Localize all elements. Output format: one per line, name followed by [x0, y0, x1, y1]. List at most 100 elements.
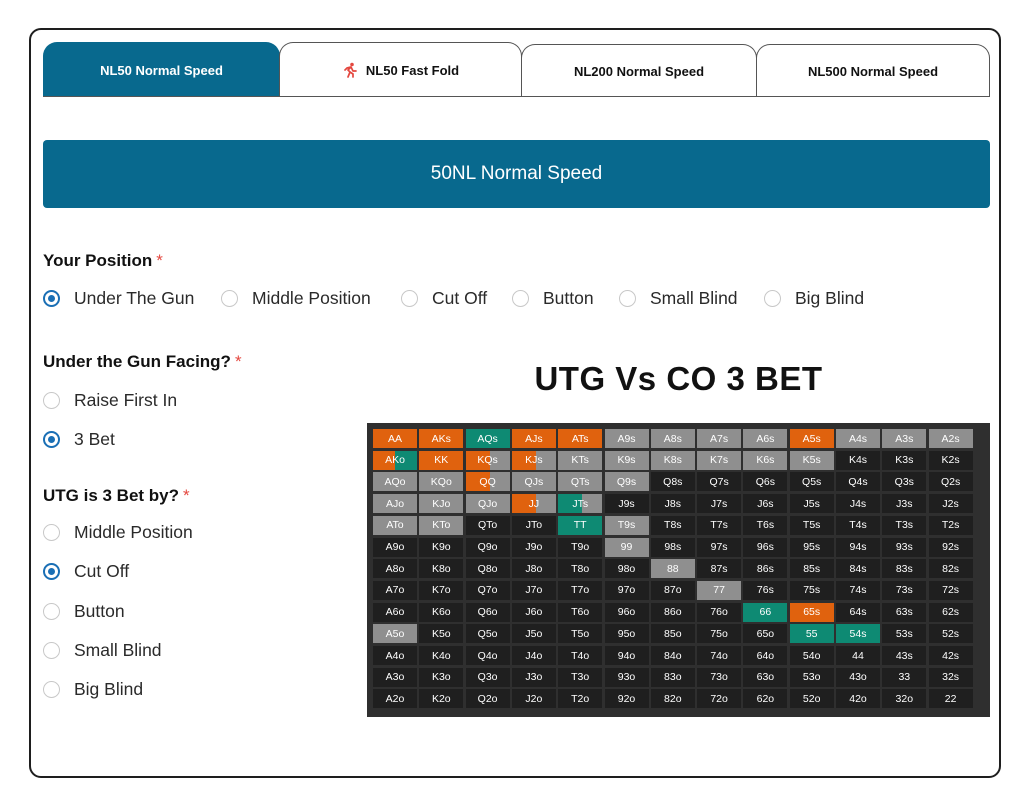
hand-cell: QQ: [465, 472, 510, 492]
hand-cell: A9s: [604, 429, 649, 448]
hand-cell: 72o: [697, 689, 742, 709]
hand-cell: 94o: [604, 646, 649, 665]
chart-title: UTG Vs CO 3 BET: [534, 360, 823, 397]
hand-cell: 83s: [882, 559, 927, 579]
hand-cell: 84s: [836, 559, 880, 579]
hand-cell: AKs: [419, 429, 464, 448]
hand-cell: 96o: [604, 602, 649, 622]
threebet-option-big-blind[interactable]: Big Blind: [43, 679, 143, 700]
hand-cell: A3o: [373, 667, 417, 687]
hand-cell: 44: [836, 646, 880, 665]
facing-option-3-bet[interactable]: 3 Bet: [43, 429, 115, 450]
hand-cell: 53o: [789, 667, 834, 687]
threebet-question: UTG is 3 Bet by? *: [43, 486, 190, 506]
position-option-middle-position[interactable]: Middle Position: [221, 288, 371, 309]
question-label: UTG is 3 Bet by?: [43, 486, 180, 505]
hand-cell: 32s: [928, 667, 973, 687]
position-option-cut-off[interactable]: Cut Off: [401, 288, 487, 309]
question-label: Your Position: [43, 251, 153, 270]
hand-cell: KK: [419, 450, 464, 470]
tab-label: NL50 Fast Fold: [365, 62, 460, 78]
hand-cell: K5o: [419, 624, 464, 644]
tab-nl50-fast-fold[interactable]: NL50 Fast Fold: [279, 42, 522, 97]
hand-cell: 74o: [697, 646, 742, 665]
threebet-option-cut-off[interactable]: Cut Off: [43, 561, 129, 582]
radio-icon: [401, 290, 418, 307]
hand-cell: T4s: [836, 515, 880, 535]
hand-cell: 82s: [928, 559, 973, 579]
hand-cell: 86o: [650, 602, 695, 622]
hand-cell: KJs: [511, 450, 556, 470]
option-label: Button: [543, 288, 594, 308]
hand-cell: 92s: [928, 537, 973, 557]
hand-cell: J5s: [789, 494, 834, 514]
hand-cell: 62o: [743, 689, 788, 709]
hand-cell: Q8o: [465, 559, 510, 579]
option-label: Cut Off: [74, 561, 130, 581]
hand-cell: K9o: [419, 537, 464, 557]
hand-cell: T3s: [882, 515, 927, 535]
hand-cell: T5s: [789, 515, 834, 535]
hand-cell: A6s: [743, 429, 788, 448]
hand-cell: 86s: [743, 559, 788, 579]
hand-cell: 64o: [743, 646, 788, 665]
hand-cell: K7o: [419, 580, 464, 600]
radio-icon: [221, 290, 238, 307]
required-marker: *: [156, 251, 163, 270]
option-label: Small Blind: [74, 640, 162, 660]
tab-nl50-normal-speed[interactable]: NL50 Normal Speed: [43, 42, 280, 97]
hand-cell: J8s: [650, 494, 695, 514]
hand-cell: T9o: [558, 537, 603, 557]
option-label: Big Blind: [74, 679, 144, 699]
tab-label: NL50 Normal Speed: [100, 62, 223, 78]
hand-cell: QJo: [465, 494, 510, 514]
tab-nl200-normal-speed[interactable]: NL200 Normal Speed: [521, 44, 757, 97]
hand-cell: J9s: [604, 494, 649, 514]
hand-cell: 66: [743, 602, 788, 622]
position-option-big-blind[interactable]: Big Blind: [764, 288, 864, 309]
hand-cell: 65s: [789, 602, 834, 622]
hand-cell: J4o: [511, 646, 556, 665]
hand-cell: 43o: [836, 667, 880, 687]
hand-cell: T3o: [558, 667, 603, 687]
hand-cell: KTs: [558, 450, 603, 470]
hand-cell: Q6s: [743, 472, 788, 492]
hand-cell: K2s: [928, 450, 973, 470]
position-option-small-blind[interactable]: Small Blind: [619, 288, 738, 309]
hand-cell: 63o: [743, 667, 788, 687]
facing-option-raise-first-in[interactable]: Raise First In: [43, 390, 177, 411]
tab-nl500-normal-speed[interactable]: NL500 Normal Speed: [756, 44, 990, 97]
option-label: Button: [74, 601, 125, 621]
threebet-option-middle-position[interactable]: Middle Position: [43, 522, 193, 543]
hand-cell: KQs: [465, 450, 510, 470]
tab-label: NL200 Normal Speed: [573, 63, 705, 79]
question-label: Under the Gun Facing?: [43, 352, 231, 371]
hand-cell: AKo: [373, 450, 417, 470]
hand-cell: 97s: [697, 537, 742, 557]
hand-cell: Q7s: [697, 472, 742, 492]
hand-cell: 93s: [882, 537, 927, 557]
hand-cell: J8o: [511, 559, 556, 579]
position-option-button[interactable]: Button: [512, 288, 594, 309]
hand-cell: Q5s: [789, 472, 834, 492]
hand-cell: T8s: [650, 515, 695, 535]
threebet-option-button[interactable]: Button: [43, 601, 125, 622]
radio-icon: [764, 290, 781, 307]
hand-cell: J4s: [836, 494, 880, 514]
hand-cell: Q2s: [928, 472, 973, 492]
hand-cell: 32o: [882, 689, 927, 709]
hand-cell: K5s: [789, 450, 834, 470]
hand-cell: QTo: [465, 515, 510, 535]
hand-cell: J3o: [511, 667, 556, 687]
hand-cell: 99: [604, 537, 649, 557]
hand-cell: Q2o: [465, 689, 510, 709]
hand-cell: 98o: [604, 559, 649, 579]
hand-cell: 95o: [604, 624, 649, 644]
hand-cell: 96s: [743, 537, 788, 557]
position-option-under-the-gun[interactable]: Under The Gun: [43, 288, 194, 309]
hand-cell: JTo: [511, 515, 556, 535]
hand-cell: Q9o: [465, 537, 510, 557]
option-label: Small Blind: [650, 288, 738, 308]
threebet-option-small-blind[interactable]: Small Blind: [43, 640, 162, 661]
hand-cell: A2s: [928, 429, 973, 448]
